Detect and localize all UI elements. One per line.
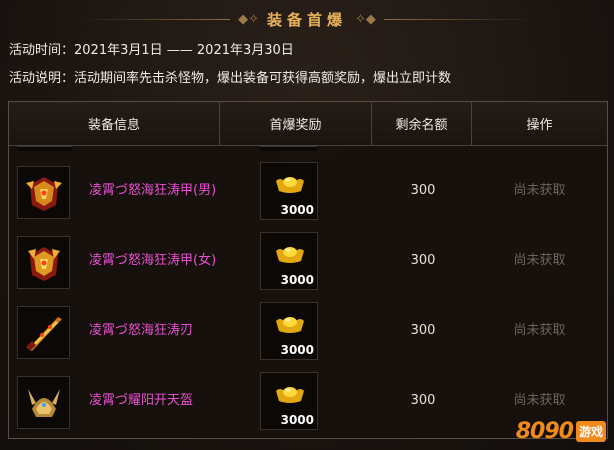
remaining-count: 300 (410, 253, 436, 268)
gold-ingot-icon (276, 387, 304, 403)
item-name[interactable]: 凌霄づ怒海狂涛甲(女) (89, 224, 216, 298)
title-divider-right (383, 18, 534, 20)
logo-badge: 游戏 (575, 421, 606, 442)
claim-status[interactable]: 尚未获取 (472, 154, 607, 228)
claim-status[interactable]: 尚未获取 (472, 294, 607, 368)
remaining-count: 300 (410, 393, 436, 408)
event-desc-value: 活动期间率先击杀怪物，爆出装备可获得高额奖励，爆出立即计数 (74, 71, 452, 86)
header-item-info: 装备信息 (9, 102, 220, 145)
previous-row-edge (260, 146, 317, 151)
header-reward: 首爆奖励 (220, 102, 372, 145)
event-time-value: 2021年3月1日 —— 2021年3月30日 (74, 43, 294, 58)
item-name[interactable]: 凌霄づ怒海狂涛刃 (89, 294, 193, 368)
header-action: 操作 (526, 118, 553, 133)
header-remaining: 剩余名额 (372, 102, 472, 145)
reward-amount: 3000 (280, 343, 314, 357)
armor-icon[interactable] (17, 166, 70, 219)
gold-ingot-icon (276, 317, 304, 333)
first-drop-table: 装备信息 首爆奖励 剩余名额 操作 凌霄づ怒海狂涛甲(男) 3000 300 尚… (8, 101, 608, 439)
armor-icon[interactable] (17, 236, 70, 289)
event-time: 活动时间：2021年3月1日 —— 2021年3月30日 (9, 39, 294, 58)
reward-slot[interactable]: 3000 (260, 162, 318, 220)
claim-status[interactable]: 尚未获取 (472, 224, 607, 298)
reward-amount: 3000 (280, 273, 314, 287)
item-name[interactable]: 凌霄づ怒海狂涛甲(男) (89, 154, 216, 228)
table-row: 凌霄づ怒海狂涛甲(男) 3000 300 尚未获取 (9, 154, 607, 224)
previous-row-edge (17, 146, 72, 151)
remaining-count: 300 (410, 323, 436, 338)
event-description: 活动说明：活动期间率先击杀怪物，爆出装备可获得高额奖励，爆出立即计数 (9, 67, 451, 86)
ornament-icon: ✧◆ (355, 11, 376, 27)
item-name[interactable]: 凌霄づ耀阳开天盔 (89, 364, 193, 438)
site-watermark-logo: 8090 游戏 (516, 419, 606, 444)
reward-amount: 3000 (280, 413, 314, 427)
reward-slot[interactable]: 3000 (260, 232, 318, 290)
table-row: 凌霄づ怒海狂涛刃 3000 300 尚未获取 (9, 294, 607, 364)
table-header: 装备信息 首爆奖励 剩余名额 操作 (9, 102, 607, 146)
ornament-icon: ◆✧ (238, 11, 259, 27)
event-desc-label: 活动说明： (9, 71, 75, 86)
gold-ingot-icon (276, 247, 304, 263)
helmet-icon[interactable] (17, 376, 70, 429)
table-row: 凌霄づ怒海狂涛甲(女) 3000 300 尚未获取 (9, 224, 607, 294)
reward-slot[interactable]: 3000 (260, 372, 318, 430)
reward-slot[interactable]: 3000 (260, 302, 318, 360)
section-title-bar: ◆✧ 装备首爆 ✧◆ (0, 4, 614, 34)
title-divider-left (80, 18, 231, 20)
gold-ingot-icon (276, 177, 304, 193)
event-time-label: 活动时间： (9, 43, 75, 58)
logo-number: 8090 (515, 419, 574, 444)
remaining-count: 300 (410, 183, 436, 198)
reward-amount: 3000 (280, 203, 314, 217)
blade-icon[interactable] (17, 306, 70, 359)
page-title: 装备首爆 (266, 10, 347, 29)
